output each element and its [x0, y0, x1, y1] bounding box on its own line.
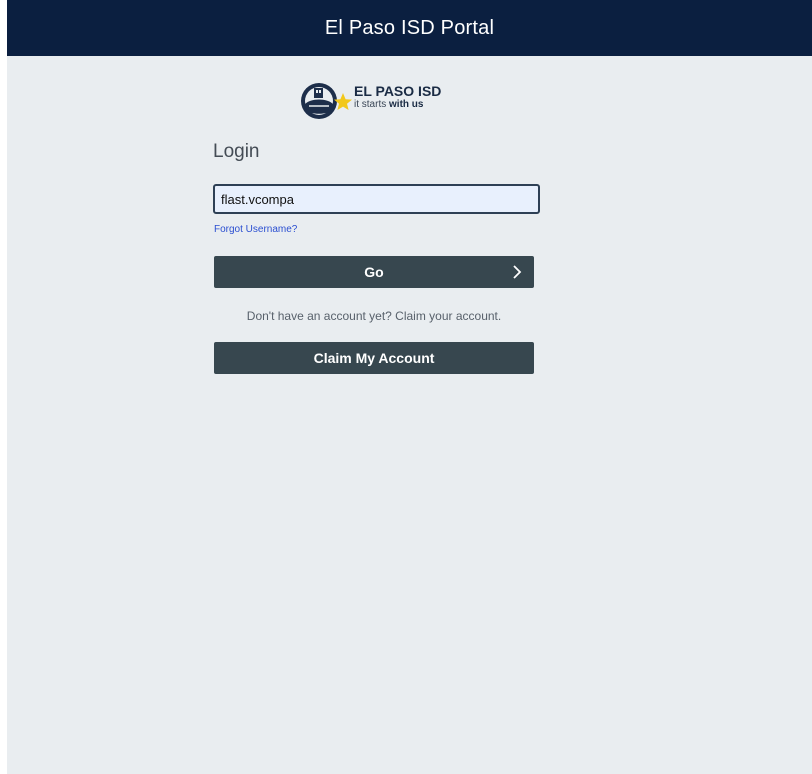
logo-tagline: it starts with us	[354, 99, 464, 111]
page-title: El Paso ISD Portal	[324, 16, 495, 39]
chevron-right-icon	[513, 265, 522, 279]
claim-my-account-button[interactable]: Claim My Account	[214, 342, 534, 374]
district-logo: EL PASO ISD it starts with us	[297, 80, 457, 122]
forgot-username-link[interactable]: Forgot Username?	[214, 224, 297, 235]
username-input[interactable]	[213, 184, 540, 214]
portal-header: El Paso ISD Portal	[7, 0, 812, 56]
logo-name: EL PASO ISD	[354, 83, 442, 99]
tagline-bold: with us	[389, 99, 424, 110]
login-page: El Paso ISD Portal EL PASO ISD it starts…	[7, 0, 812, 774]
tagline-prefix: it starts	[354, 99, 390, 110]
logo-text: EL PASO ISD it starts with us	[354, 84, 464, 111]
go-button-label: Go	[364, 264, 384, 280]
go-button[interactable]: Go	[214, 256, 534, 288]
login-heading: Login	[213, 141, 260, 162]
claim-account-prompt: Don't have an account yet? Claim your ac…	[246, 309, 502, 323]
el-paso-isd-logo-icon	[301, 83, 352, 119]
